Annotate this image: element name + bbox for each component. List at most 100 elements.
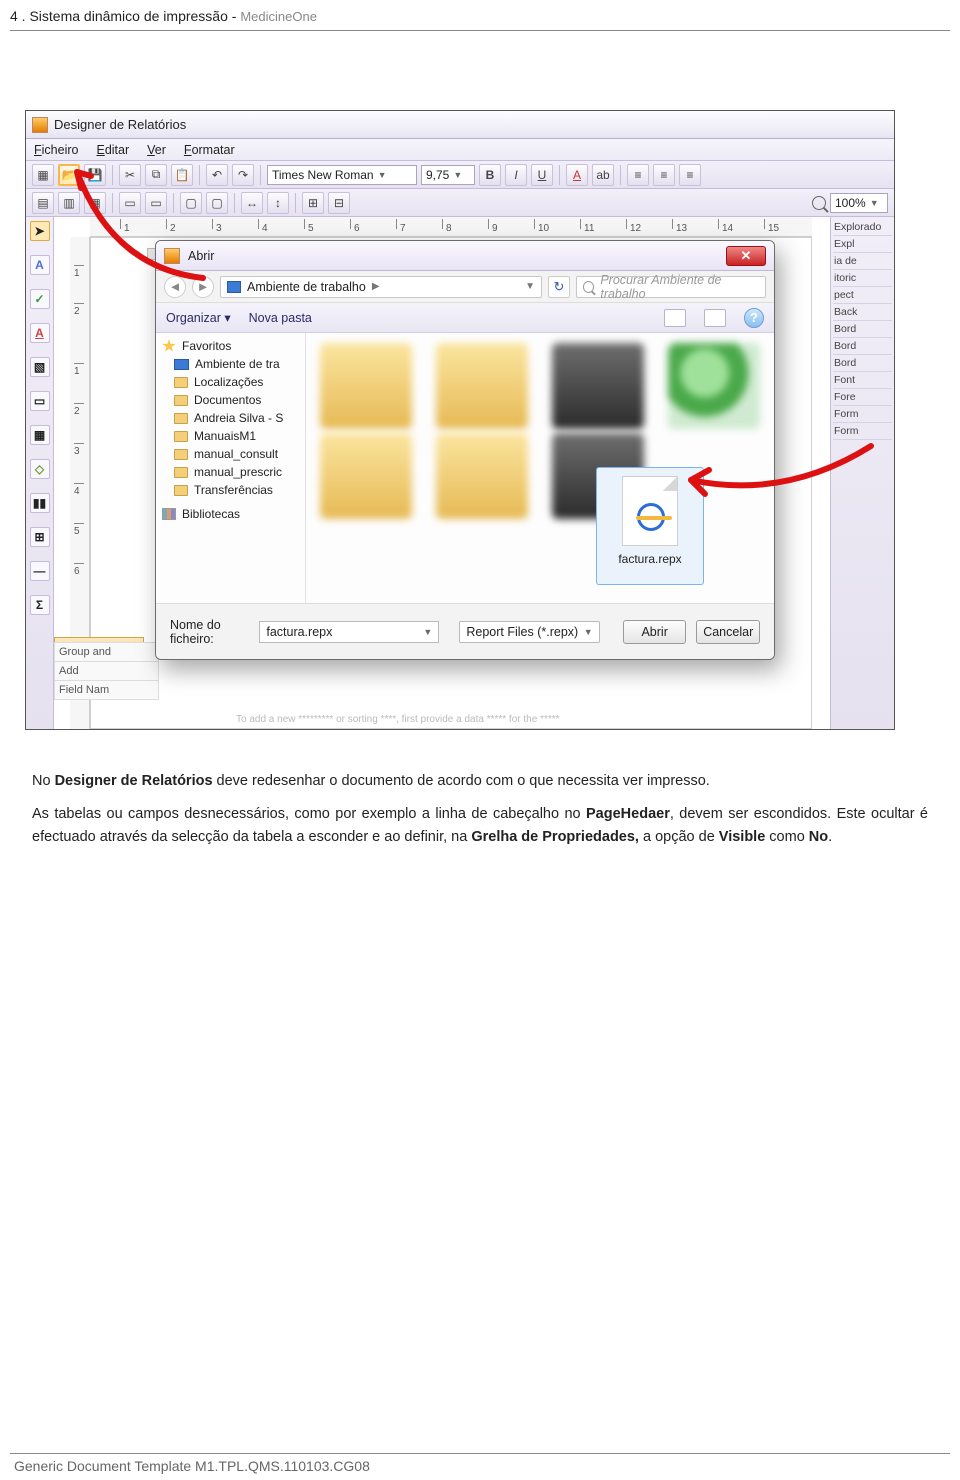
shape-tool-icon[interactable]: ◇ <box>30 459 50 479</box>
panel-tool-icon[interactable]: ▭ <box>30 391 50 411</box>
rail-label[interactable]: Bord <box>833 355 892 372</box>
align-right-button[interactable]: ≡ <box>679 164 701 186</box>
window-title: Designer de Relatórios <box>54 117 186 132</box>
filetype-combo[interactable]: Report Files (*.repx) ▼ <box>459 621 599 643</box>
rail-label[interactable]: Expl <box>833 236 892 253</box>
rail-label[interactable]: itoric <box>833 270 892 287</box>
file-thumb[interactable] <box>552 343 644 429</box>
group-row[interactable]: Field Nam <box>54 680 159 700</box>
tool-i[interactable]: ↕ <box>267 192 289 214</box>
menu-formatar[interactable]: Formatar <box>184 143 235 157</box>
chevron-right-icon[interactable]: ▶ <box>372 281 380 292</box>
redo-button[interactable]: ↷ <box>232 164 254 186</box>
open-dialog: Abrir ✕ ◄ ► Ambiente de trabalho ▶ ▼ ↻ P… <box>155 240 775 660</box>
file-thumb[interactable] <box>436 343 528 429</box>
tree-item[interactable]: ManuaisM1 <box>162 429 299 443</box>
rail-label[interactable]: Back <box>833 304 892 321</box>
rail-label[interactable]: Form <box>833 406 892 423</box>
tree-item[interactable]: Andreia Silva - S <box>162 411 299 425</box>
annotation-arrow-left <box>73 168 213 288</box>
help-icon[interactable]: ? <box>744 308 764 328</box>
chevron-down-icon[interactable]: ▼ <box>525 281 535 292</box>
close-icon[interactable]: ✕ <box>726 246 766 266</box>
folder-icon <box>174 377 188 388</box>
tree-item[interactable]: Localizações <box>162 375 299 389</box>
ruler-tick: 4 <box>262 223 268 234</box>
file-thumb[interactable] <box>436 433 528 519</box>
barcode-tool-icon[interactable]: ▮▮ <box>30 493 50 513</box>
underline-button[interactable]: U <box>531 164 553 186</box>
rail-label[interactable]: Bord <box>833 321 892 338</box>
rail-label[interactable]: ia de <box>833 253 892 270</box>
italic-button[interactable]: I <box>505 164 527 186</box>
ruler-tick: 6 <box>74 566 80 577</box>
align-left-button[interactable]: ≡ <box>627 164 649 186</box>
preview-pane-button[interactable] <box>704 309 726 327</box>
checkbox-tool-icon[interactable]: ✓ <box>30 289 50 309</box>
tool-h[interactable]: ↔ <box>241 192 263 214</box>
filetype-value: Report Files (*.repx) <box>466 625 578 639</box>
sum-tool-icon[interactable]: Σ <box>30 595 50 615</box>
view-mode-button[interactable] <box>664 309 686 327</box>
open-action-button[interactable]: Abrir <box>623 620 687 644</box>
tree-item[interactable]: Documentos <box>162 393 299 407</box>
tree-item[interactable]: Transferências <box>162 483 299 497</box>
tree-favorites[interactable]: Favoritos <box>162 339 299 353</box>
line-tool-icon[interactable]: — <box>30 561 50 581</box>
file-thumb[interactable] <box>320 343 412 429</box>
zoom-combo[interactable]: 100%▼ <box>830 193 888 213</box>
ruler-tick: 4 <box>74 486 80 497</box>
group-row[interactable]: Add <box>54 661 159 681</box>
file-page-icon <box>622 476 678 546</box>
ruler-tick: 3 <box>216 223 222 234</box>
richtext-tool-icon[interactable]: A <box>30 323 50 343</box>
new-folder-button[interactable]: Nova pasta <box>249 311 312 325</box>
rail-label[interactable]: Form <box>833 423 892 440</box>
ruler-tick: 8 <box>446 223 452 234</box>
breadcrumb[interactable]: Ambiente de trabalho ▶ ▼ <box>220 276 542 298</box>
file-thumb[interactable] <box>320 433 412 519</box>
search-input[interactable]: Procurar Ambiente de trabalho <box>576 276 766 298</box>
ruler-tick: 15 <box>768 223 779 234</box>
tool-j[interactable]: ⊞ <box>302 192 324 214</box>
bold-button[interactable]: B <box>479 164 501 186</box>
organize-button[interactable]: Organizar ▾ <box>166 310 231 325</box>
menu-ver[interactable]: Ver <box>147 143 166 157</box>
table-tool-icon[interactable]: ▦ <box>30 425 50 445</box>
align-center-button[interactable]: ≡ <box>653 164 675 186</box>
cancel-button[interactable]: Cancelar <box>696 620 760 644</box>
font-color-button[interactable]: A <box>566 164 588 186</box>
menu-editar[interactable]: Editar <box>96 143 129 157</box>
grid-tool-icon[interactable]: ⊞ <box>30 527 50 547</box>
tree-item[interactable]: Ambiente de tra <box>162 357 299 371</box>
tree-libraries[interactable]: Bibliotecas <box>162 507 299 521</box>
ruler-tick: 11 <box>584 223 594 234</box>
ruler-tick: 5 <box>308 223 314 234</box>
rail-label[interactable]: Bord <box>833 338 892 355</box>
highlight-button[interactable]: ab <box>592 164 614 186</box>
ruler-tick: 2 <box>74 406 80 417</box>
size-combo[interactable]: 9,75▼ <box>421 165 475 185</box>
filename-input[interactable]: factura.repx ▼ <box>259 621 439 643</box>
new-button[interactable]: ▦ <box>32 164 54 186</box>
rail-label[interactable]: Fore <box>833 389 892 406</box>
rail-label[interactable]: Font <box>833 372 892 389</box>
tool-k[interactable]: ⊟ <box>328 192 350 214</box>
body-text: No Designer de Relatórios deve redesenha… <box>32 770 928 860</box>
tree-item[interactable]: manual_prescric <box>162 465 299 479</box>
search-icon <box>583 281 594 293</box>
rail-label[interactable]: Explorado <box>833 219 892 236</box>
tree-item[interactable]: manual_consult <box>162 447 299 461</box>
menu-ficheiro[interactable]: Ficheiro <box>34 143 78 157</box>
refresh-button[interactable]: ↻ <box>548 276 570 298</box>
file-thumb[interactable] <box>668 343 760 429</box>
pointer-tool-icon[interactable]: ➤ <box>30 221 50 241</box>
group-row[interactable]: Group and <box>54 642 159 662</box>
size-value: 9,75 <box>426 168 449 182</box>
image-tool-icon[interactable]: ▧ <box>30 357 50 377</box>
label-tool-icon[interactable]: A <box>30 255 50 275</box>
rail-label[interactable]: pect <box>833 287 892 304</box>
tool-a[interactable]: ▤ <box>32 192 54 214</box>
font-combo[interactable]: Times New Roman▼ <box>267 165 417 185</box>
nav-tree: Favoritos Ambiente de tra Localizações D… <box>156 333 306 603</box>
